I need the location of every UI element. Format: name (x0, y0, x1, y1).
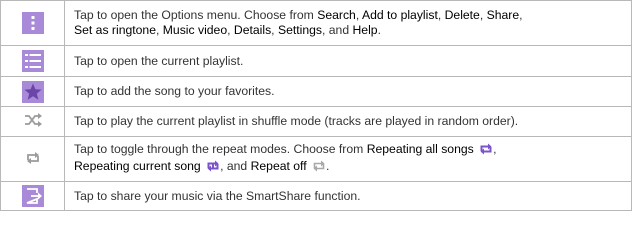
icon-description-table: Tap to open the Options menu. Choose fro… (0, 0, 632, 211)
separator: , (479, 8, 487, 22)
icon-cell (0, 106, 65, 137)
description-cell: Tap to toggle through the repeat modes. … (64, 136, 632, 182)
table-row: Tap to open the Options menu. Choose fro… (0, 0, 632, 46)
repeat-off-label: Repeat off (250, 159, 307, 173)
description-cell: Tap to add the song to your favorites. (64, 76, 632, 107)
repeat-all-label: Repeating all songs (366, 142, 474, 156)
separator: , and (322, 23, 353, 37)
table-row: Tap to open the current playlist. (0, 45, 632, 77)
menu-item-help: Help (352, 23, 378, 37)
menu-item-search: Search (317, 8, 356, 22)
period: . (326, 159, 330, 173)
icon-cell (0, 136, 65, 182)
separator: , (493, 142, 497, 156)
description-text: Tap to toggle through the repeat modes. … (74, 142, 367, 156)
description-text: Tap to open the Options menu. Choose fro… (74, 8, 318, 22)
table-row: Tap to share your music via the SmartSha… (0, 181, 632, 211)
menu-item-music-video: Music video (162, 23, 228, 37)
menu-item-set-as-ringtone: Set as ringtone (74, 23, 156, 37)
repeat-all-icon (479, 143, 493, 159)
icon-cell (0, 181, 65, 211)
options-menu-icon (21, 12, 44, 34)
playlist-icon (21, 50, 44, 72)
separator: , and (220, 159, 251, 173)
separator: , (227, 23, 234, 37)
shuffle-icon (24, 113, 42, 130)
icon-cell (0, 0, 65, 46)
table-row: Tap to toggle through the repeat modes. … (0, 136, 632, 182)
separator: , (155, 23, 163, 37)
menu-item-settings: Settings (277, 23, 322, 37)
smartshare-icon (21, 185, 44, 207)
separator: , (519, 8, 523, 22)
description-cell: Tap to share your music via the SmartSha… (64, 181, 632, 211)
icon-cell (0, 45, 65, 77)
repeat-icon (25, 151, 41, 168)
menu-item-details: Details (233, 23, 272, 37)
table-row: Tap to add the song to your favorites. (0, 76, 632, 107)
table-row: Tap to play the current playlist in shuf… (0, 106, 632, 137)
period: . (377, 23, 381, 37)
separator: , (271, 23, 278, 37)
icon-cell (0, 76, 65, 107)
repeat-current-label: Repeating current song (74, 159, 201, 173)
menu-item-delete: Delete (444, 8, 480, 22)
description-cell: Tap to open the current playlist. (64, 45, 632, 77)
menu-item-share: Share (486, 8, 520, 22)
description-cell: Tap to open the Options menu. Choose fro… (64, 0, 632, 46)
description-cell: Tap to play the current playlist in shuf… (64, 106, 632, 137)
separator: , (437, 8, 445, 22)
menu-item-add-to-playlist: Add to playlist (361, 8, 438, 22)
repeat-off-icon (312, 160, 326, 176)
repeat-current-icon (206, 160, 220, 176)
favorite-star-icon (21, 80, 44, 103)
